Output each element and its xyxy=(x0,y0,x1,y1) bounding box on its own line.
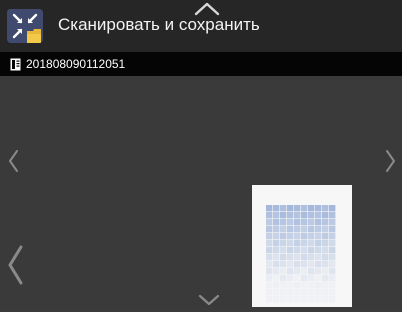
scanned-content-image xyxy=(266,205,336,303)
chevron-left-large-icon[interactable] xyxy=(4,243,26,287)
document-icon xyxy=(10,58,21,71)
chevron-down-icon[interactable] xyxy=(196,292,222,307)
chevron-right-icon[interactable] xyxy=(384,148,398,174)
scan-save-app-icon[interactable] xyxy=(7,9,43,43)
chevron-left-icon[interactable] xyxy=(6,148,20,174)
page-title: Сканировать и сохранить xyxy=(58,15,260,34)
title-bar: Сканировать и сохранить xyxy=(0,0,402,52)
scanned-page-thumbnail[interactable] xyxy=(252,185,352,307)
file-name: 201808090112051 xyxy=(26,57,126,71)
chevron-up-icon[interactable] xyxy=(192,0,222,18)
